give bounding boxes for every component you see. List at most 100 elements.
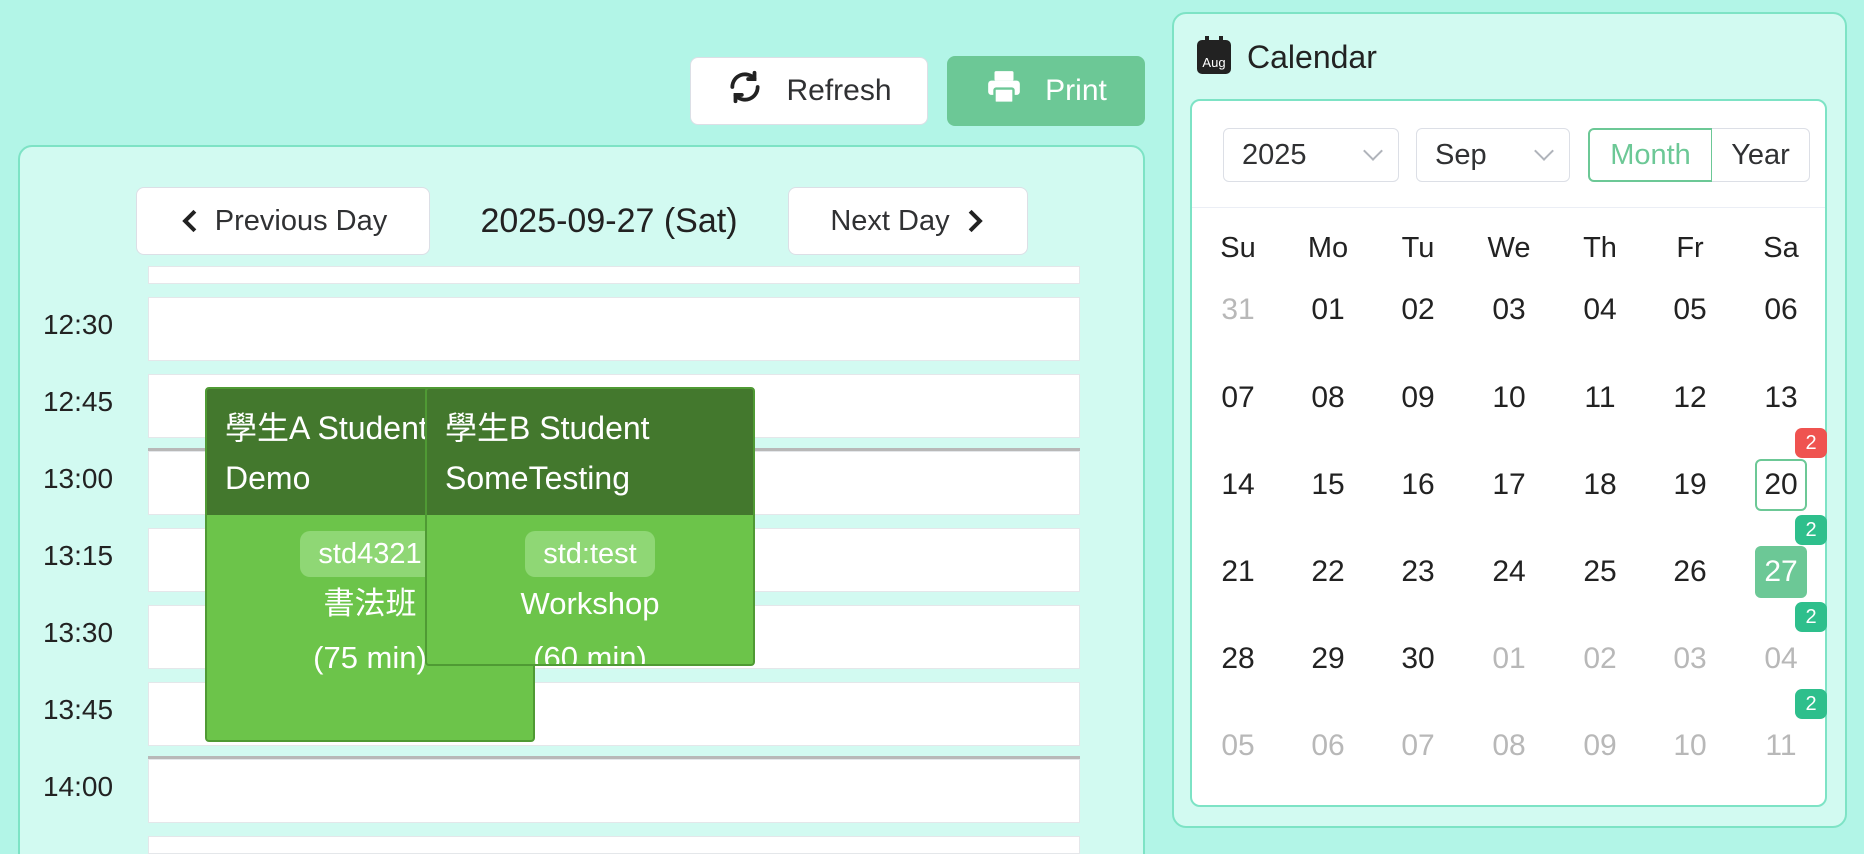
calendar-day[interactable]: 02 <box>1555 632 1645 686</box>
calendar-day[interactable]: 14 <box>1193 458 1283 512</box>
calendar-day[interactable]: 17 <box>1464 458 1554 512</box>
calendar-day[interactable]: 10 <box>1645 719 1735 773</box>
weekday-header: Tu <box>1401 231 1435 264</box>
chevron-down-icon <box>1534 141 1554 161</box>
print-button[interactable]: Print <box>947 56 1145 126</box>
month-select-value: Sep <box>1435 138 1487 171</box>
event-title-line: SomeTesting <box>445 460 630 496</box>
year-select-value: 2025 <box>1242 138 1307 171</box>
time-slot[interactable] <box>148 759 1080 823</box>
event-duration: (60 min) <box>533 640 647 666</box>
year-mode-button[interactable]: Year <box>1712 128 1810 182</box>
calendar-day[interactable]: 11 <box>1555 371 1645 425</box>
calendar-day[interactable]: 30 <box>1373 632 1463 686</box>
calendar-day[interactable]: 25 <box>1555 545 1645 599</box>
calendar-header: Aug Calendar <box>1197 35 1377 79</box>
event-count-badge: 2 <box>1795 515 1827 545</box>
event-count-badge: 2 <box>1795 428 1827 458</box>
calendar-day[interactable]: 18 <box>1555 458 1645 512</box>
time-slot[interactable] <box>148 836 1080 854</box>
calendar-day[interactable]: 03 <box>1645 632 1735 686</box>
calendar-day[interactable]: 08 <box>1283 371 1373 425</box>
event-body: std:test Workshop (60 min) <box>427 515 753 666</box>
printer-icon <box>985 68 1023 114</box>
calendar-divider <box>1192 207 1825 208</box>
chevron-down-icon <box>1363 141 1383 161</box>
chevron-left-icon <box>182 209 197 233</box>
time-slot[interactable] <box>148 266 1080 284</box>
month-mode-button[interactable]: Month <box>1588 128 1713 182</box>
refresh-label: Refresh <box>786 74 892 107</box>
calendar-card <box>1190 99 1827 807</box>
calendar-day[interactable]: 03 <box>1464 283 1554 337</box>
time-label: 12:45 <box>42 386 114 417</box>
weekday-header: We <box>1487 231 1531 264</box>
calendar-day[interactable]: 05 <box>1645 283 1735 337</box>
time-label: 13:15 <box>42 540 114 571</box>
calendar-day[interactable]: 26 <box>1645 545 1735 599</box>
student-id-tag: std:test <box>525 531 655 577</box>
student-id-tag: std4321 <box>300 531 440 577</box>
calendar-day[interactable]: 19 <box>1645 458 1735 512</box>
calendar-day[interactable]: 10 <box>1464 371 1554 425</box>
print-label: Print <box>1045 74 1107 107</box>
calendar-day[interactable]: 23 <box>1373 545 1463 599</box>
refresh-button[interactable]: Refresh <box>690 57 928 125</box>
calendar-icon: Aug <box>1197 36 1231 74</box>
month-select[interactable]: Sep <box>1416 128 1570 182</box>
calendar-day[interactable]: 27 <box>1755 546 1807 598</box>
event-course: Workshop <box>520 586 660 621</box>
next-day-label: Next Day <box>830 204 950 237</box>
calendar-day[interactable]: 05 <box>1193 719 1283 773</box>
calendar-day[interactable]: 09 <box>1373 371 1463 425</box>
time-label: 12:30 <box>42 309 114 340</box>
weekday-header: Su <box>1220 231 1256 264</box>
calendar-day[interactable]: 16 <box>1373 458 1463 512</box>
year-select[interactable]: 2025 <box>1223 128 1399 182</box>
calendar-day[interactable]: 01 <box>1464 632 1554 686</box>
calendar-day[interactable]: 28 <box>1193 632 1283 686</box>
calendar-day[interactable]: 12 <box>1645 371 1735 425</box>
weekday-header: Mo <box>1307 231 1349 264</box>
previous-day-label: Previous Day <box>214 204 388 237</box>
calendar-day[interactable]: 01 <box>1283 283 1373 337</box>
calendar-day[interactable]: 08 <box>1464 719 1554 773</box>
event-count-badge: 2 <box>1795 689 1827 719</box>
previous-day-button[interactable]: Previous Day <box>136 187 430 255</box>
chevron-right-icon <box>968 209 983 233</box>
weekday-header: Th <box>1583 231 1617 264</box>
event-title-line: 學生B Student <box>445 410 650 446</box>
weekday-header: Fr <box>1676 231 1704 264</box>
time-slot[interactable] <box>148 297 1080 361</box>
time-label: 13:00 <box>42 463 114 494</box>
calendar-icon-text: Aug <box>1202 55 1226 70</box>
calendar-day[interactable]: 02 <box>1373 283 1463 337</box>
calendar-day[interactable]: 31 <box>1193 283 1283 337</box>
next-day-button[interactable]: Next Day <box>788 187 1028 255</box>
calendar-day[interactable]: 29 <box>1283 632 1373 686</box>
event-count-badge: 2 <box>1795 602 1827 632</box>
refresh-icon <box>726 68 764 114</box>
calendar-day[interactable]: 04 <box>1555 283 1645 337</box>
current-date: 2025-09-27 (Sat) <box>480 201 738 240</box>
time-label: 13:45 <box>42 694 114 725</box>
calendar-day[interactable]: 07 <box>1193 371 1283 425</box>
calendar-day[interactable]: 13 <box>1736 371 1826 425</box>
calendar-day[interactable]: 06 <box>1283 719 1373 773</box>
weekday-header: Sa <box>1763 231 1799 264</box>
time-label: 13:30 <box>42 617 114 648</box>
calendar-title: Calendar <box>1247 38 1377 75</box>
calendar-day[interactable]: 21 <box>1193 545 1283 599</box>
calendar-day[interactable]: 06 <box>1736 283 1826 337</box>
calendar-day[interactable]: 09 <box>1555 719 1645 773</box>
calendar-day[interactable]: 22 <box>1283 545 1373 599</box>
calendar-day[interactable]: 15 <box>1283 458 1373 512</box>
calendar-day[interactable]: 20 <box>1755 459 1807 511</box>
calendar-day[interactable]: 24 <box>1464 545 1554 599</box>
calendar-day[interactable]: 11 <box>1736 719 1826 773</box>
time-label: 14:00 <box>42 771 114 802</box>
event-card[interactable]: 學生B Student SomeTesting std:test Worksho… <box>425 387 755 666</box>
calendar-day[interactable]: 04 <box>1736 632 1826 686</box>
event-title: 學生B Student SomeTesting <box>427 389 753 515</box>
calendar-day[interactable]: 07 <box>1373 719 1463 773</box>
